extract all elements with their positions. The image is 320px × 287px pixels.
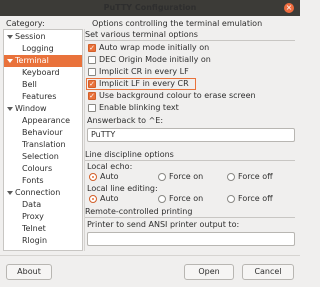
tree-item-terminal[interactable]: Terminal	[4, 55, 82, 67]
close-icon[interactable]: ×	[284, 3, 294, 13]
expander-down-icon[interactable]	[7, 107, 13, 111]
tree-item-fonts[interactable]: Fonts	[4, 175, 82, 187]
answerback-input[interactable]: PuTTY	[87, 128, 295, 142]
local-echo-auto-label: Auto	[100, 172, 119, 181]
cancel-button[interactable]: Cancel	[242, 264, 294, 280]
tree-item-proxy[interactable]: Proxy	[4, 211, 82, 223]
terminal-options-label: Set various terminal options	[85, 30, 198, 39]
local-editing-force-on-radio[interactable]	[158, 195, 166, 203]
local-echo-force-off-radio[interactable]	[227, 173, 235, 181]
local-editing-label: Local line editing:	[87, 184, 158, 193]
tree-item-logging[interactable]: Logging	[4, 43, 82, 55]
local-echo-force-on-label: Force on	[169, 172, 204, 181]
tree-item-bell[interactable]: Bell	[4, 79, 82, 91]
local-editing-force-off-label: Force off	[238, 194, 273, 203]
open-button[interactable]: Open	[184, 264, 234, 280]
local-editing-auto-radio[interactable]	[89, 195, 97, 203]
local-echo-label: Local echo:	[87, 162, 133, 171]
printing-label: Remote-controlled printing	[85, 207, 193, 216]
bottom-divider	[0, 255, 300, 256]
auto-wrap-checkbox[interactable]: ✓	[88, 44, 96, 52]
implicit-lf-label: Implicit LF in every CR	[99, 79, 189, 88]
local-editing-auto-label: Auto	[100, 194, 119, 203]
group-divider	[85, 40, 295, 41]
auto-wrap-label: Auto wrap mode initially on	[99, 43, 210, 52]
local-editing-force-on-label: Force on	[169, 194, 204, 203]
category-tree[interactable]: Session Logging Terminal Keyboard Bell F…	[3, 29, 83, 251]
bg-erase-label: Use background colour to erase screen	[99, 91, 256, 100]
category-label: Category:	[6, 19, 45, 28]
tree-item-behaviour[interactable]: Behaviour	[4, 127, 82, 139]
line-discipline-label: Line discipline options	[85, 150, 174, 159]
tree-item-appearance[interactable]: Appearance	[4, 115, 82, 127]
implicit-lf-checkbox[interactable]: ✓	[88, 80, 96, 88]
local-echo-auto-radio[interactable]	[89, 173, 97, 181]
dec-origin-checkbox[interactable]	[88, 56, 96, 64]
panel-header: Options controlling the terminal emulati…	[92, 19, 263, 28]
tree-item-connection[interactable]: Connection	[4, 187, 82, 199]
expander-down-icon[interactable]	[7, 59, 13, 63]
tree-item-features[interactable]: Features	[4, 91, 82, 103]
dec-origin-label: DEC Origin Mode initially on	[99, 55, 211, 64]
tree-item-colours[interactable]: Colours	[4, 163, 82, 175]
bg-erase-checkbox[interactable]: ✓	[88, 92, 96, 100]
tree-item-window[interactable]: Window	[4, 103, 82, 115]
group-divider	[85, 160, 295, 161]
local-echo-force-off-label: Force off	[238, 172, 273, 181]
tree-item-rlogin[interactable]: Rlogin	[4, 235, 82, 247]
tree-item-data[interactable]: Data	[4, 199, 82, 211]
local-editing-force-off-radio[interactable]	[227, 195, 235, 203]
tree-item-selection[interactable]: Selection	[4, 151, 82, 163]
expander-down-icon[interactable]	[7, 35, 13, 39]
implicit-cr-checkbox[interactable]	[88, 68, 96, 76]
expander-down-icon[interactable]	[7, 191, 13, 195]
window-title: PuTTY Configuration	[103, 3, 197, 12]
implicit-cr-label: Implicit CR in every LF	[99, 67, 189, 76]
local-echo-force-on-radio[interactable]	[158, 173, 166, 181]
blinking-text-checkbox[interactable]	[88, 104, 96, 112]
answerback-label: Answerback to ^E:	[87, 116, 164, 125]
tree-item-session[interactable]: Session	[4, 31, 82, 43]
printer-input[interactable]	[87, 232, 295, 246]
blinking-text-label: Enable blinking text	[99, 103, 179, 112]
tree-item-telnet[interactable]: Telnet	[4, 223, 82, 235]
printer-label: Printer to send ANSI printer output to:	[87, 220, 240, 229]
tree-item-keyboard[interactable]: Keyboard	[4, 67, 82, 79]
about-button[interactable]: About	[6, 264, 52, 280]
tree-item-translation[interactable]: Translation	[4, 139, 82, 151]
group-divider	[85, 217, 295, 218]
